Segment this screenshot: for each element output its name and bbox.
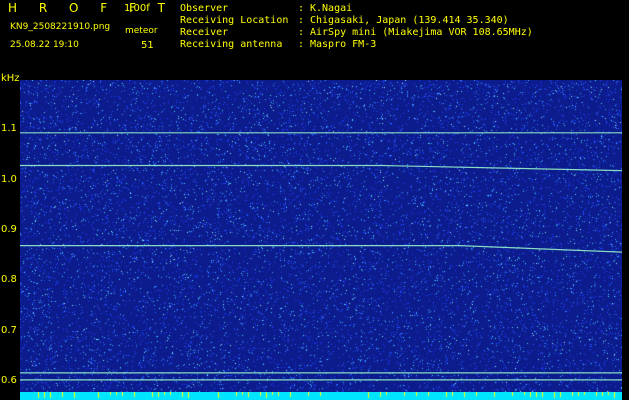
- info-value: K.Nagai: [310, 3, 353, 14]
- info-row-receiver: Receiver: AirSpy mini (Miakejima VOR 108.…: [180, 27, 533, 39]
- echo-trace: [20, 164, 622, 172]
- y-tick-label: 1.1: [1, 123, 17, 135]
- info-value: Chigasaki, Japan (139.414 35.340): [310, 15, 509, 26]
- filename-label: KN9_2508221910.png: [10, 22, 111, 32]
- y-axis-unit: kHz: [1, 73, 20, 84]
- y-tick-label: 0.6: [1, 374, 17, 386]
- info-row-antenna: Receiving antenna: Maspro FM-3: [180, 39, 533, 51]
- info-value: AirSpy mini (Miakejima VOR 108.65MHz): [310, 27, 533, 38]
- info-key: Receiving antenna: [180, 39, 283, 50]
- info-key: Observer: [180, 3, 229, 14]
- time-marker-bar: [20, 392, 622, 400]
- y-tick-label: 0.9: [1, 223, 17, 235]
- version-label: 1.00f: [124, 3, 150, 14]
- y-tick-label: 0.7: [1, 324, 17, 336]
- info-value: Maspro FM-3: [310, 39, 377, 50]
- echo-trace: [20, 245, 622, 253]
- info-colon: :: [298, 27, 305, 38]
- info-colon: :: [298, 39, 305, 50]
- y-tick-label: 0.8: [1, 274, 17, 286]
- info-key: Receiver: [180, 27, 229, 38]
- info-key: Receiving Location: [180, 15, 289, 26]
- echo-traces: [20, 132, 622, 381]
- info-colon: :: [298, 3, 305, 14]
- info-row-location: Receiving Location: Chigasaki, Japan (139…: [180, 15, 533, 27]
- station-info: Observer: K.Nagai Receiving Location: Chig…: [180, 3, 533, 51]
- info-row-observer: Observer: K.Nagai: [180, 3, 533, 15]
- y-tick-label: 1.0: [1, 173, 17, 185]
- meteor-label: meteor: [125, 26, 158, 36]
- meteor-count: 51: [141, 40, 154, 51]
- datetime-label: 25.08.22 19:10: [10, 40, 79, 50]
- info-colon: :: [298, 15, 305, 26]
